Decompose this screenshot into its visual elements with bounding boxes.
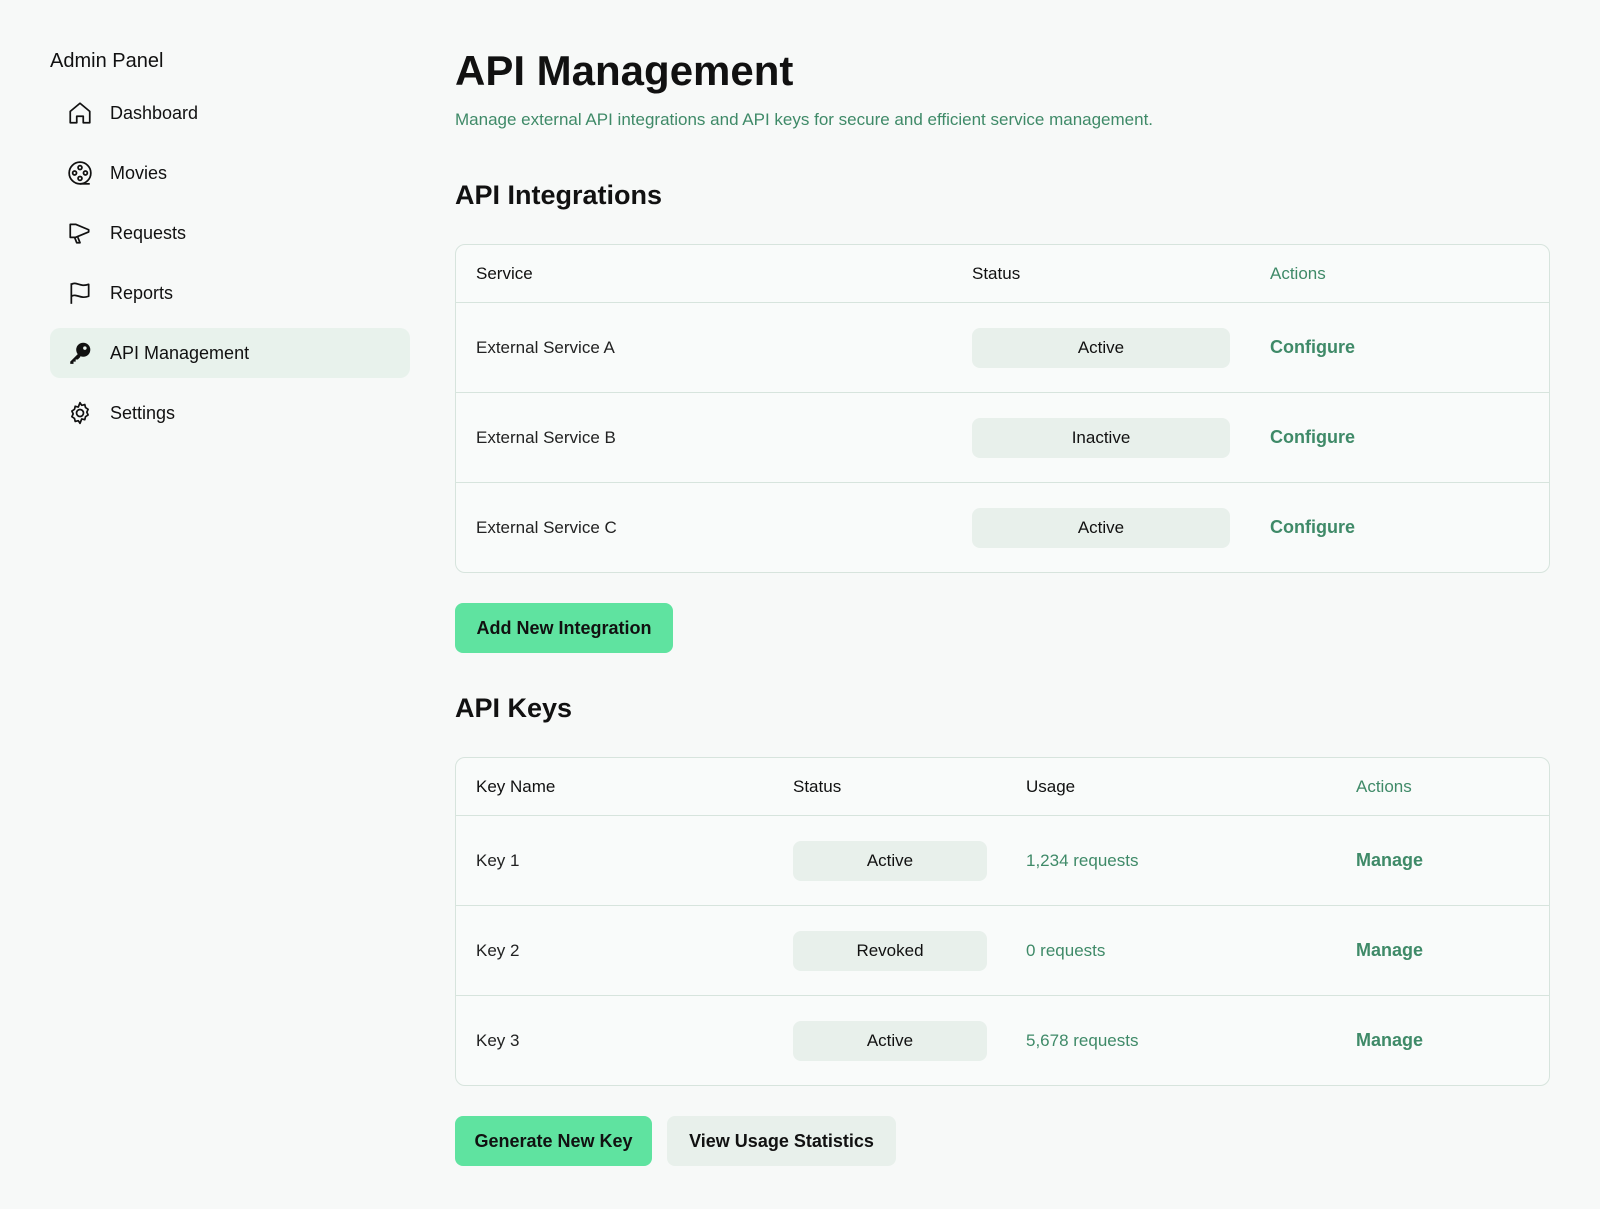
sidebar-item-settings[interactable]: Settings xyxy=(50,388,410,438)
manage-link[interactable]: Manage xyxy=(1356,940,1423,960)
status-badge: Active xyxy=(793,1020,987,1061)
page-subtitle: Manage external API integrations and API… xyxy=(455,110,1154,129)
sidebar-item-label: Settings xyxy=(110,402,176,423)
sidebar-item-requests[interactable]: Requests xyxy=(50,208,410,258)
table-header: Key Name Status Usage Actions xyxy=(456,758,1549,815)
keys-actions: Generate New Key View Usage Statistics xyxy=(455,1116,1550,1166)
sidebar-item-label: Movies xyxy=(110,162,168,183)
sidebar-item-api-management[interactable]: API Management xyxy=(50,328,410,378)
sidebar: Admin Panel Dashboard Movies Requests Re… xyxy=(50,46,410,448)
configure-link[interactable]: Configure xyxy=(1270,427,1355,447)
column-header-usage: Usage xyxy=(1026,776,1076,796)
keys-table: Key Name Status Usage Actions Key 1 Acti… xyxy=(455,757,1550,1086)
column-header-status: Status xyxy=(793,776,842,796)
gear-icon xyxy=(66,399,94,427)
key-icon xyxy=(66,339,94,367)
table-header: Service Status Actions xyxy=(456,245,1549,302)
configure-link[interactable]: Configure xyxy=(1270,337,1355,357)
status-badge: Active xyxy=(972,507,1230,548)
status-badge: Inactive xyxy=(972,417,1230,458)
usage-count: 1,234 requests xyxy=(1026,850,1139,870)
table-row: Key 1 Active 1,234 requests Manage xyxy=(456,815,1549,905)
table-row: Key 2 Revoked 0 requests Manage xyxy=(456,905,1549,995)
key-name: Key 3 xyxy=(476,1030,520,1050)
sidebar-item-label: Reports xyxy=(110,282,174,303)
film-reel-icon xyxy=(66,159,94,187)
sidebar-item-movies[interactable]: Movies xyxy=(50,148,410,198)
flag-icon xyxy=(66,279,94,307)
generate-key-button[interactable]: Generate New Key xyxy=(455,1116,652,1166)
page-title: API Management xyxy=(455,47,794,94)
service-name: External Service B xyxy=(476,427,616,447)
service-name: External Service A xyxy=(476,337,615,357)
sidebar-item-label: Requests xyxy=(110,222,187,243)
table-row: External Service C Active Configure xyxy=(456,482,1549,572)
sidebar-item-label: API Management xyxy=(110,342,250,363)
status-badge: Active xyxy=(793,840,987,881)
manage-link[interactable]: Manage xyxy=(1356,1030,1423,1050)
usage-count: 5,678 requests xyxy=(1026,1030,1139,1050)
column-header-actions: Actions xyxy=(1270,263,1326,283)
configure-link[interactable]: Configure xyxy=(1270,517,1355,537)
megaphone-icon xyxy=(66,219,94,247)
manage-link[interactable]: Manage xyxy=(1356,850,1423,870)
integrations-title: API Integrations xyxy=(455,180,663,210)
sidebar-item-dashboard[interactable]: Dashboard xyxy=(50,88,410,138)
column-header-actions: Actions xyxy=(1356,776,1412,796)
status-badge: Active xyxy=(972,327,1230,368)
status-badge: Revoked xyxy=(793,930,987,971)
key-name: Key 2 xyxy=(476,940,520,960)
column-header-status: Status xyxy=(972,263,1021,283)
sidebar-title: Admin Panel xyxy=(50,50,164,72)
table-row: External Service B Inactive Configure xyxy=(456,392,1549,482)
sidebar-item-label: Dashboard xyxy=(110,102,199,123)
sidebar-item-reports[interactable]: Reports xyxy=(50,268,410,318)
integrations-table: Service Status Actions External Service … xyxy=(455,244,1550,573)
home-icon xyxy=(66,99,94,127)
main-content: API Management Manage external API integ… xyxy=(455,46,1550,1166)
view-usage-statistics-button[interactable]: View Usage Statistics xyxy=(667,1116,896,1166)
column-header-service: Service xyxy=(476,263,533,283)
add-integration-button[interactable]: Add New Integration xyxy=(455,603,673,653)
key-name: Key 1 xyxy=(476,850,520,870)
column-header-key-name: Key Name xyxy=(476,776,556,796)
table-row: External Service A Active Configure xyxy=(456,302,1549,392)
service-name: External Service C xyxy=(476,517,617,537)
keys-title: API Keys xyxy=(455,693,573,723)
usage-count: 0 requests xyxy=(1026,940,1106,960)
table-row: Key 3 Active 5,678 requests Manage xyxy=(456,995,1549,1085)
